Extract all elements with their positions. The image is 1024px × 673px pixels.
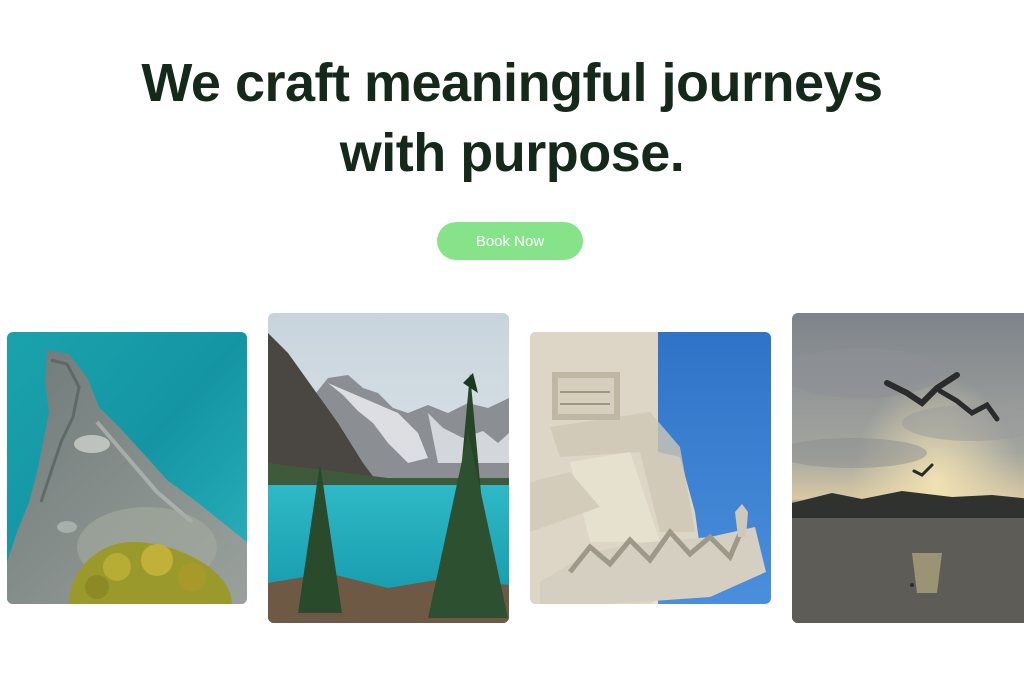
hero-title-line-1: We craft meaningful journeys: [141, 53, 883, 113]
gallery-image-mountain-lake[interactable]: [268, 313, 509, 623]
landing-page: We craft meaningful journeys with purpos…: [0, 0, 1024, 673]
hero-title: We craft meaningful journeys with purpos…: [0, 48, 1024, 188]
hero-title-line-2: with purpose.: [339, 123, 685, 183]
gallery-image-aerial-coastline[interactable]: [7, 332, 247, 604]
gallery-image-sunset-birds-lake[interactable]: [792, 313, 1024, 623]
gallery-image-monument-sculpture[interactable]: [530, 332, 771, 604]
book-now-button[interactable]: Book Now: [437, 222, 583, 260]
